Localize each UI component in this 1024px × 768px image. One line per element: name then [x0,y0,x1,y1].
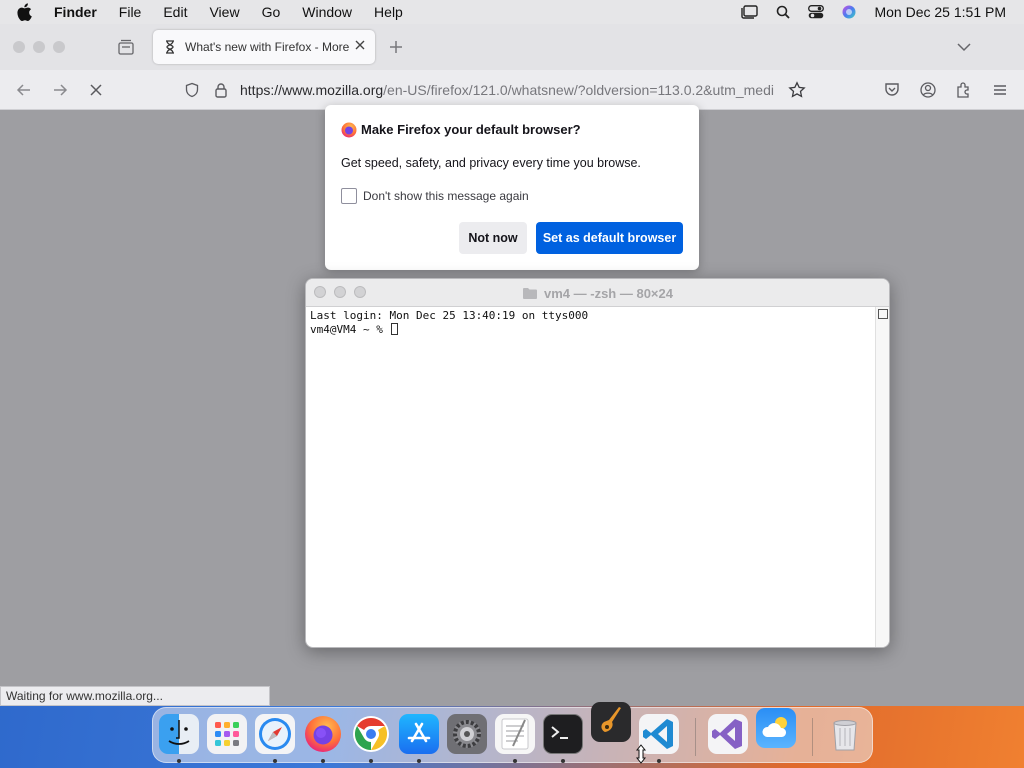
dock-system-settings-icon[interactable] [447,714,487,754]
lock-icon[interactable] [214,82,228,98]
folder-icon [523,287,537,299]
status-bar: Waiting for www.mozilla.org... [0,686,270,706]
menu-edit[interactable]: Edit [163,4,187,20]
chevron-down-icon[interactable] [956,40,972,54]
siri-icon[interactable] [842,5,856,19]
tab-close-icon[interactable] [353,38,367,52]
dock-textedit-icon[interactable] [495,714,535,754]
forward-arrow-icon[interactable] [51,81,69,99]
url-text[interactable]: https://www.mozilla.org/en-US/firefox/12… [240,82,784,98]
dock-launchpad-icon[interactable] [207,714,247,754]
terminal-title: vm4 — -zsh — 80×24 [306,279,889,307]
menu-app-name[interactable]: Finder [54,4,97,20]
spotlight-search-icon[interactable] [776,5,791,19]
terminal-scrollbar[interactable] [875,307,889,647]
window-zoom-button[interactable] [53,41,65,53]
menu-help[interactable]: Help [374,4,403,20]
dock-visual-studio-icon[interactable] [708,714,748,754]
menu-view[interactable]: View [209,4,239,20]
dock-app-store-running-dot [417,759,421,763]
resize-cursor-icon [635,744,647,764]
hamburger-menu-icon[interactable] [991,81,1009,99]
dock-separator [695,718,696,756]
terminal-prompt: vm4@VM4 ~ % [310,323,390,336]
stage-manager-icon[interactable] [740,5,759,19]
url-path: /en-US/firefox/121.0/whatsnew/?oldversio… [383,82,774,98]
terminal-prompt-line: vm4@VM4 ~ % [310,323,875,337]
set-default-browser-button[interactable]: Set as default browser [536,222,683,254]
bookmark-star-icon[interactable] [788,81,806,99]
dont-show-again-checkbox[interactable] [341,188,357,204]
dock-trash-icon[interactable] [825,714,865,754]
stop-loading-icon[interactable] [87,81,105,99]
window-close-button[interactable] [13,41,25,53]
dock-terminal-running-dot [561,759,565,763]
back-arrow-icon[interactable] [15,81,33,99]
firefox-view-icon[interactable] [116,38,136,56]
terminal-title-text: vm4 — -zsh — 80×24 [544,285,673,301]
terminal-scroll-marker-icon[interactable] [878,309,888,319]
dock-terminal-icon[interactable] [543,714,583,754]
terminal-output[interactable]: Last login: Mon Dec 25 13:40:19 on ttys0… [310,309,875,337]
navigation-bar: https://www.mozilla.org/en-US/firefox/12… [0,70,1024,110]
terminal-cursor [391,323,399,335]
tab-bar: What's new with Firefox - More [0,24,1024,70]
terminal-last-login: Last login: Mon Dec 25 13:40:19 on ttys0… [310,309,589,322]
url-bar[interactable]: https://www.mozilla.org/en-US/firefox/12… [178,75,810,105]
dock-separator-2 [812,718,813,756]
dock-weather-icon[interactable] [756,708,796,748]
dock [152,702,873,763]
extensions-icon[interactable] [955,81,973,99]
dock-garageband-icon[interactable] [591,702,631,742]
dock-safari-icon[interactable] [255,714,295,754]
dock-vscode-running-dot [657,759,661,763]
pocket-icon[interactable] [883,81,901,99]
terminal-window: vm4 — -zsh — 80×24 Last login: Mon Dec 2… [305,278,890,648]
dock-chrome-icon[interactable] [351,714,391,754]
menu-window[interactable]: Window [302,4,352,20]
dock-safari-running-dot [273,759,277,763]
dock-chrome-running-dot [369,759,373,763]
not-now-button[interactable]: Not now [459,222,527,254]
dont-show-again-label[interactable]: Don't show this message again [363,189,529,203]
firefox-logo-icon [341,122,357,138]
tab-whats-new[interactable]: What's new with Firefox - More [153,30,375,64]
new-tab-icon[interactable] [388,39,404,55]
dock-finder-running-dot [177,759,181,763]
menu-bar: Finder File Edit View Go Window Help Mon… [0,0,1024,24]
dock-textedit-running-dot [513,759,517,763]
terminal-title-bar[interactable]: vm4 — -zsh — 80×24 [306,279,889,307]
url-domain: https://www.mozilla.org [240,82,384,98]
dock-firefox-icon[interactable] [303,714,343,754]
tab-title: What's new with Firefox - More [185,40,350,54]
dock-finder-icon[interactable] [159,714,199,754]
menu-go[interactable]: Go [262,4,281,20]
dock-app-store-icon[interactable] [399,714,439,754]
menu-file[interactable]: File [119,4,142,20]
hourglass-icon [166,40,174,54]
tracking-protection-shield-icon[interactable] [184,82,200,98]
account-icon[interactable] [919,81,937,99]
dialog-heading: Make Firefox your default browser? [361,122,581,137]
default-browser-dialog: Make Firefox your default browser? Get s… [325,105,699,270]
dock-firefox-running-dot [321,759,325,763]
menubar-clock[interactable]: Mon Dec 25 1:51 PM [874,4,1006,20]
dialog-body: Get speed, safety, and privacy every tim… [341,156,641,170]
control-center-icon[interactable] [808,5,825,19]
apple-menu-icon[interactable] [16,3,40,21]
window-minimize-button[interactable] [33,41,45,53]
